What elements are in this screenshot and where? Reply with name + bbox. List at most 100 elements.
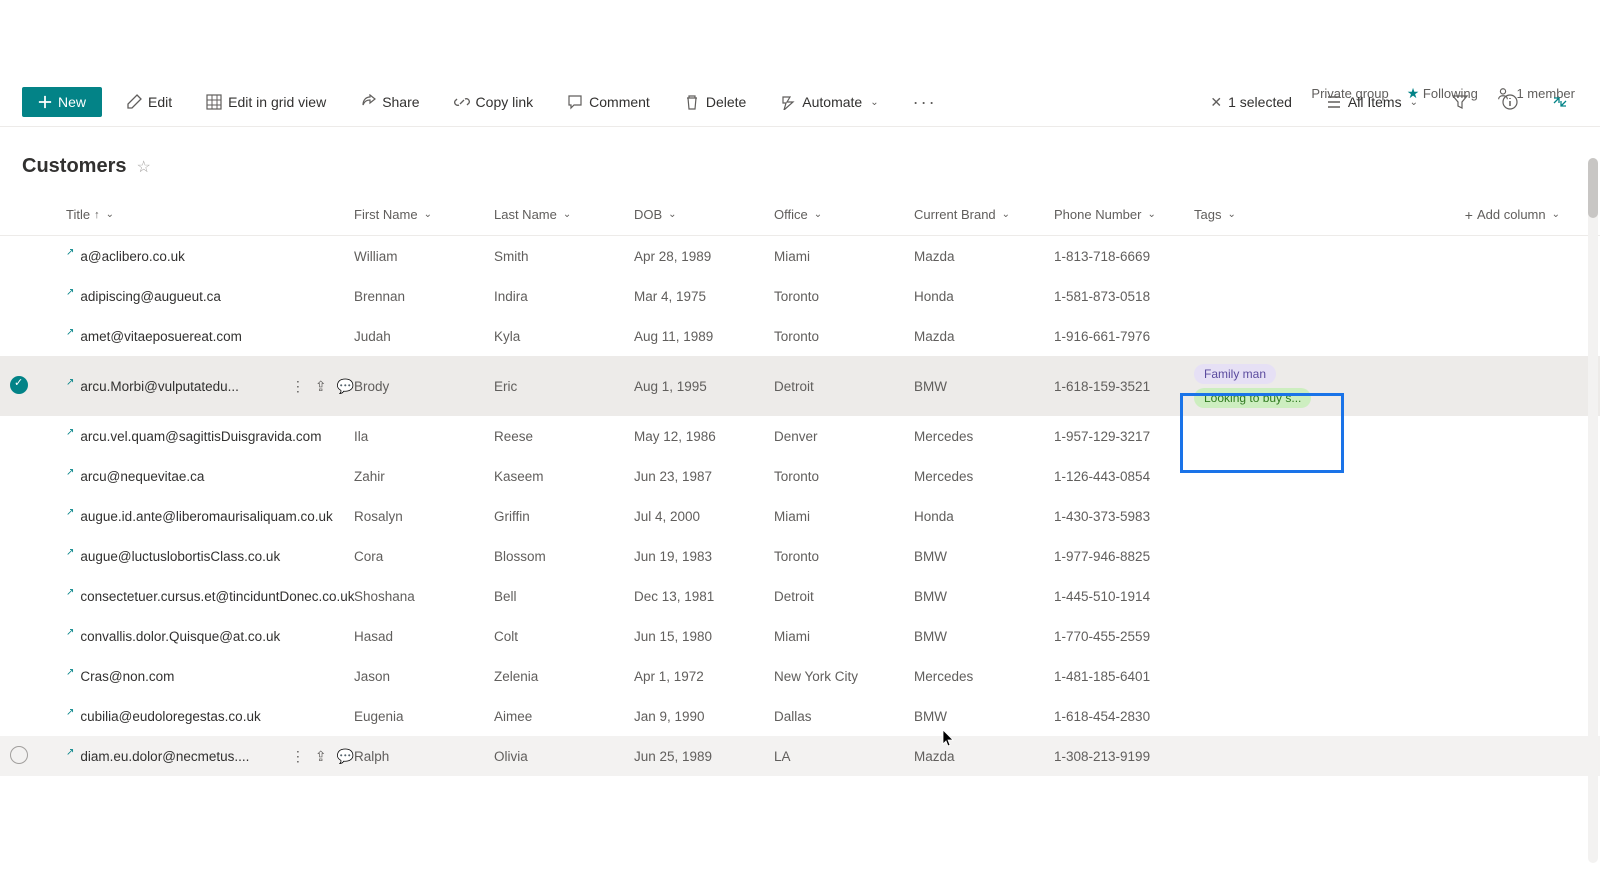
comment-button[interactable]: Comment bbox=[557, 88, 660, 116]
delete-button[interactable]: Delete bbox=[674, 88, 756, 116]
cell-title[interactable]: ↗arcu@nequevitae.ca bbox=[54, 469, 354, 484]
edit-grid-button[interactable]: Edit in grid view bbox=[196, 88, 336, 116]
header-tags[interactable]: Tags ⌄ bbox=[1194, 207, 1334, 222]
more-button[interactable]: ··· bbox=[903, 86, 947, 119]
edit-button[interactable]: Edit bbox=[116, 88, 182, 116]
table-row[interactable]: ↗arcu.Morbi@vulputatedu...⋮⇪💬BrodyEricAu… bbox=[0, 356, 1600, 416]
cell-brand: Mazda bbox=[914, 749, 1054, 764]
cell-title[interactable]: ↗cubilia@eudoloregestas.co.uk bbox=[54, 709, 354, 724]
header-phone[interactable]: Phone Number ⌄ bbox=[1054, 207, 1194, 222]
header-last-name[interactable]: Last Name ⌄ bbox=[494, 207, 634, 222]
cell-dob: Aug 11, 1989 bbox=[634, 329, 774, 344]
row-comment-icon[interactable]: 💬 bbox=[337, 378, 354, 395]
new-button[interactable]: New bbox=[22, 87, 102, 117]
link-icon: ↗ bbox=[66, 327, 74, 338]
share-button[interactable]: Share bbox=[350, 88, 429, 116]
row-select-checkbox[interactable] bbox=[10, 746, 28, 764]
cell-dob: Apr 28, 1989 bbox=[634, 249, 774, 264]
cell-title[interactable]: ↗a@aclibero.co.uk bbox=[54, 249, 354, 264]
cell-brand: Mercedes bbox=[914, 669, 1054, 684]
cell-phone: 1-977-946-8825 bbox=[1054, 549, 1194, 564]
link-icon: ↗ bbox=[66, 747, 74, 758]
cell-first: Eugenia bbox=[354, 709, 494, 724]
cell-last: Griffin bbox=[494, 509, 634, 524]
cell-brand: Mazda bbox=[914, 249, 1054, 264]
row-share-icon[interactable]: ⇪ bbox=[315, 378, 327, 395]
vertical-scrollbar[interactable] bbox=[1588, 158, 1598, 863]
list-title: Customers bbox=[22, 155, 126, 178]
automate-button[interactable]: Automate ⌄ bbox=[770, 88, 888, 116]
cell-title[interactable]: ↗diam.eu.dolor@necmetus....⋮⇪💬 bbox=[54, 748, 354, 765]
cell-dob: Dec 13, 1981 bbox=[634, 589, 774, 604]
favorite-star-icon[interactable]: ☆ bbox=[136, 157, 150, 177]
cell-last: Kyla bbox=[494, 329, 634, 344]
table-row[interactable]: ↗augue.id.ante@liberomaurisaliquam.co.uk… bbox=[0, 496, 1600, 536]
link-icon: ↗ bbox=[66, 467, 74, 478]
table-row[interactable]: ↗amet@vitaeposuereat.comJudahKylaAug 11,… bbox=[0, 316, 1600, 356]
header-office[interactable]: Office ⌄ bbox=[774, 207, 914, 222]
header-current-brand[interactable]: Current Brand ⌄ bbox=[914, 207, 1054, 222]
cell-office: New York City bbox=[774, 669, 914, 684]
header-title[interactable]: Title ↑ ⌄ bbox=[54, 207, 354, 222]
cell-first: Ralph bbox=[354, 749, 494, 764]
cell-office: Toronto bbox=[774, 289, 914, 304]
row-comment-icon[interactable]: 💬 bbox=[337, 748, 354, 765]
info-button[interactable] bbox=[1492, 88, 1528, 116]
column-headers: Title ↑ ⌄ First Name ⌄ Last Name ⌄ DOB ⌄… bbox=[0, 194, 1600, 236]
cell-brand: Honda bbox=[914, 289, 1054, 304]
cell-phone: 1-126-443-0854 bbox=[1054, 469, 1194, 484]
add-column-button[interactable]: + Add column ⌄ bbox=[1334, 207, 1590, 223]
table-row[interactable]: ↗a@aclibero.co.ukWilliamSmithApr 28, 198… bbox=[0, 236, 1600, 276]
cell-title[interactable]: ↗adipiscing@augueut.ca bbox=[54, 289, 354, 304]
header-dob[interactable]: DOB ⌄ bbox=[634, 207, 774, 222]
row-more-icon[interactable]: ⋮ bbox=[291, 378, 305, 395]
highlight-box bbox=[1180, 393, 1344, 473]
cell-phone: 1-618-159-3521 bbox=[1054, 379, 1194, 394]
cell-dob: Jun 25, 1989 bbox=[634, 749, 774, 764]
table-row[interactable]: ↗arcu.vel.quam@sagittisDuisgravida.comIl… bbox=[0, 416, 1600, 456]
cell-first: William bbox=[354, 249, 494, 264]
cell-phone: 1-916-661-7976 bbox=[1054, 329, 1194, 344]
table-row[interactable]: ↗arcu@nequevitae.caZahirKaseemJun 23, 19… bbox=[0, 456, 1600, 496]
clear-selection-button[interactable]: ✕ 1 selected bbox=[1200, 88, 1302, 117]
cell-dob: Jul 4, 2000 bbox=[634, 509, 774, 524]
table-row[interactable]: ↗adipiscing@augueut.caBrennanIndiraMar 4… bbox=[0, 276, 1600, 316]
filter-button[interactable] bbox=[1442, 88, 1478, 116]
view-switcher[interactable]: All Items ⌄ bbox=[1316, 88, 1428, 116]
cell-phone: 1-957-129-3217 bbox=[1054, 429, 1194, 444]
table-row[interactable]: ↗cubilia@eudoloregestas.co.ukEugeniaAime… bbox=[0, 696, 1600, 736]
table-row[interactable]: ↗diam.eu.dolor@necmetus....⋮⇪💬RalphOlivi… bbox=[0, 736, 1600, 776]
row-select-checkbox[interactable] bbox=[10, 376, 28, 394]
cell-office: Miami bbox=[774, 629, 914, 644]
link-icon: ↗ bbox=[66, 627, 74, 638]
copy-link-button[interactable]: Copy link bbox=[444, 88, 544, 116]
cell-phone: 1-770-455-2559 bbox=[1054, 629, 1194, 644]
table-row[interactable]: ↗Cras@non.comJasonZeleniaApr 1, 1972New … bbox=[0, 656, 1600, 696]
cell-first: Rosalyn bbox=[354, 509, 494, 524]
cell-brand: BMW bbox=[914, 549, 1054, 564]
table-row[interactable]: ↗consectetuer.cursus.et@tinciduntDonec.c… bbox=[0, 576, 1600, 616]
cell-first: Jason bbox=[354, 669, 494, 684]
cell-title[interactable]: ↗arcu.Morbi@vulputatedu...⋮⇪💬 bbox=[54, 378, 354, 395]
cell-brand: BMW bbox=[914, 709, 1054, 724]
cell-first: Cora bbox=[354, 549, 494, 564]
cell-dob: May 12, 1986 bbox=[634, 429, 774, 444]
tag-pill[interactable]: Family man bbox=[1194, 364, 1276, 384]
cell-title[interactable]: ↗Cras@non.com bbox=[54, 669, 354, 684]
table-row[interactable]: ↗convallis.dolor.Quisque@at.co.ukHasadCo… bbox=[0, 616, 1600, 656]
cell-title[interactable]: ↗augue@luctuslobortisClass.co.uk bbox=[54, 549, 354, 564]
cell-title[interactable]: ↗augue.id.ante@liberomaurisaliquam.co.uk bbox=[54, 509, 354, 524]
table-row[interactable]: ↗augue@luctuslobortisClass.co.ukCoraBlos… bbox=[0, 536, 1600, 576]
expand-button[interactable] bbox=[1542, 88, 1578, 116]
cell-title[interactable]: ↗arcu.vel.quam@sagittisDuisgravida.com bbox=[54, 429, 354, 444]
row-share-icon[interactable]: ⇪ bbox=[315, 748, 327, 765]
cell-dob: Jun 23, 1987 bbox=[634, 469, 774, 484]
cell-title[interactable]: ↗amet@vitaeposuereat.com bbox=[54, 329, 354, 344]
cell-phone: 1-618-454-2830 bbox=[1054, 709, 1194, 724]
header-first-name[interactable]: First Name ⌄ bbox=[354, 207, 494, 222]
cell-office: Toronto bbox=[774, 549, 914, 564]
row-more-icon[interactable]: ⋮ bbox=[291, 748, 305, 765]
cell-title[interactable]: ↗consectetuer.cursus.et@tinciduntDonec.c… bbox=[54, 589, 354, 604]
cell-title[interactable]: ↗convallis.dolor.Quisque@at.co.uk bbox=[54, 629, 354, 644]
cell-brand: Mazda bbox=[914, 329, 1054, 344]
